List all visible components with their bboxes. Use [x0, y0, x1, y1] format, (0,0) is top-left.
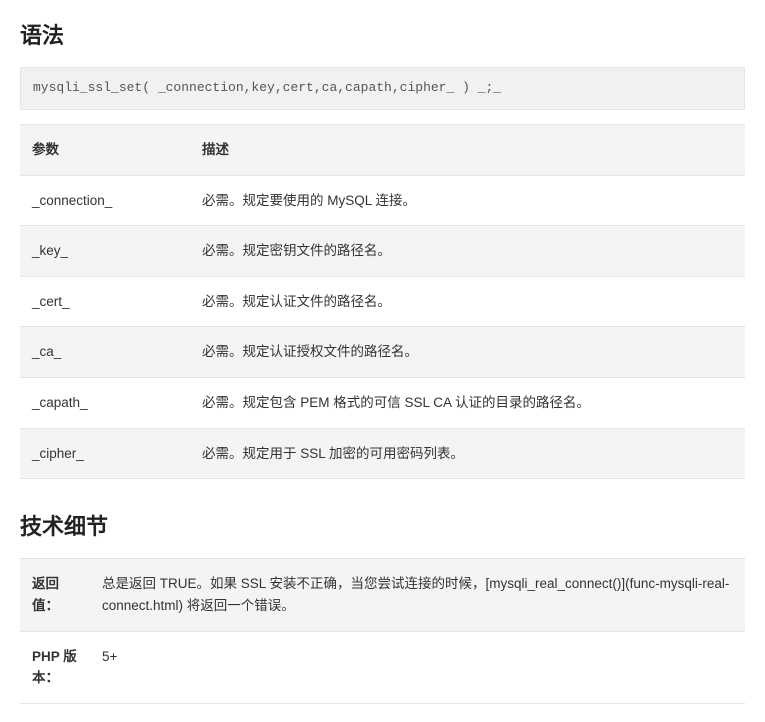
header-param: 参数	[20, 124, 190, 175]
technical-details-table: 返回值： 总是返回 TRUE。如果 SSL 安装不正确，当您尝试连接的时候，[m…	[20, 558, 745, 703]
param-desc: 必需。规定认证授权文件的路径名。	[190, 327, 745, 378]
param-name: _ca_	[20, 327, 190, 378]
param-desc: 必需。规定密钥文件的路径名。	[190, 226, 745, 277]
details-heading: 技术细节	[20, 509, 745, 544]
param-desc: 必需。规定认证文件的路径名。	[190, 276, 745, 327]
header-desc: 描述	[190, 124, 745, 175]
param-name: _cipher_	[20, 428, 190, 479]
parameters-table: 参数 描述 _connection_ 必需。规定要使用的 MySQL 连接。 _…	[20, 124, 745, 479]
table-row: _capath_ 必需。规定包含 PEM 格式的可信 SSL CA 认证的目录的…	[20, 377, 745, 428]
syntax-heading: 语法	[20, 18, 745, 53]
detail-value: 5+	[90, 631, 745, 703]
table-row: _cert_ 必需。规定认证文件的路径名。	[20, 276, 745, 327]
param-desc: 必需。规定要使用的 MySQL 连接。	[190, 175, 745, 226]
param-desc: 必需。规定用于 SSL 加密的可用密码列表。	[190, 428, 745, 479]
syntax-code-block: mysqli_ssl_set( _connection,key,cert,ca,…	[20, 67, 745, 110]
detail-value: 总是返回 TRUE。如果 SSL 安装不正确，当您尝试连接的时候，[mysqli…	[90, 559, 745, 631]
param-name: _cert_	[20, 276, 190, 327]
param-name: _connection_	[20, 175, 190, 226]
detail-label: PHP 版本：	[20, 631, 90, 703]
param-desc: 必需。规定包含 PEM 格式的可信 SSL CA 认证的目录的路径名。	[190, 377, 745, 428]
param-name: _key_	[20, 226, 190, 277]
param-name: _capath_	[20, 377, 190, 428]
table-row: PHP 版本： 5+	[20, 631, 745, 703]
table-header-row: 参数 描述	[20, 124, 745, 175]
detail-label: 返回值：	[20, 559, 90, 631]
table-row: _cipher_ 必需。规定用于 SSL 加密的可用密码列表。	[20, 428, 745, 479]
table-row: _connection_ 必需。规定要使用的 MySQL 连接。	[20, 175, 745, 226]
table-row: 返回值： 总是返回 TRUE。如果 SSL 安装不正确，当您尝试连接的时候，[m…	[20, 559, 745, 631]
table-row: _key_ 必需。规定密钥文件的路径名。	[20, 226, 745, 277]
table-row: _ca_ 必需。规定认证授权文件的路径名。	[20, 327, 745, 378]
